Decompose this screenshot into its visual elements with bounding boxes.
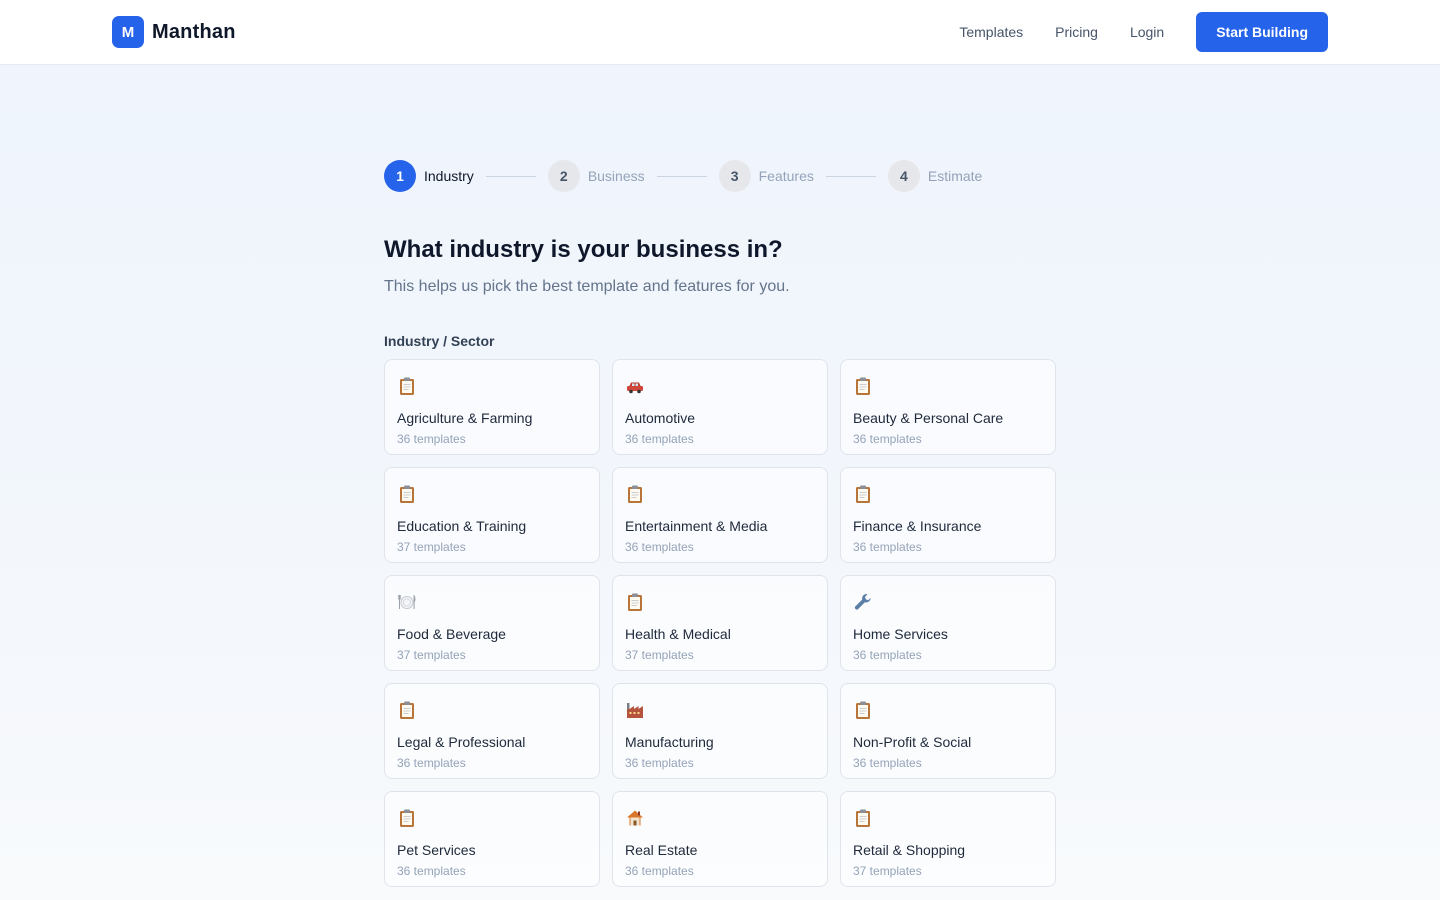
nav-link-pricing[interactable]: Pricing [1055, 12, 1098, 52]
industry-name: Retail & Shopping [853, 842, 966, 858]
industry-name: Finance & Insurance [853, 518, 982, 534]
industry-card-agriculture-farming[interactable]: Agriculture & Farming 36 templates [384, 359, 600, 455]
industry-name: Health & Medical [625, 626, 731, 642]
industry-name: Food & Beverage [397, 626, 506, 642]
step-label: Features [758, 168, 814, 184]
industry-card-finance-insurance[interactable]: Finance & Insurance 36 templates [840, 467, 1056, 563]
industry-card-non-profit-social[interactable]: Non-Profit & Social 36 templates [840, 683, 1056, 779]
clipboard-icon [397, 376, 417, 396]
step-estimate[interactable]: 4 Estimate [887, 160, 983, 192]
car-icon [625, 376, 645, 396]
step-label: Industry [424, 168, 474, 184]
industry-card-entertainment-media[interactable]: Entertainment & Media 36 templates [612, 467, 828, 563]
industry-card-food-beverage[interactable]: Food & Beverage 37 templates [384, 575, 600, 671]
industry-card-home-services[interactable]: Home Services 36 templates [840, 575, 1056, 671]
industry-card-legal-professional[interactable]: Legal & Professional 36 templates [384, 683, 600, 779]
template-count: 36 templates [625, 756, 694, 770]
clipboard-icon [397, 808, 417, 828]
industry-card-manufacturing[interactable]: Manufacturing 36 templates [612, 683, 828, 779]
main-nav: Templates Pricing Login Start Building [959, 12, 1328, 52]
template-count: 37 templates [397, 648, 466, 662]
step-number: 1 [384, 160, 416, 192]
nav-link-login[interactable]: Login [1130, 12, 1164, 52]
clipboard-icon [397, 484, 417, 504]
clipboard-icon [853, 484, 873, 504]
template-count: 36 templates [397, 756, 466, 770]
industry-card-education-training[interactable]: Education & Training 37 templates [384, 467, 600, 563]
page-title: What industry is your business in? [384, 236, 783, 263]
step-number: 2 [547, 160, 580, 192]
nav-link-templates[interactable]: Templates [959, 12, 1023, 52]
clipboard-icon [853, 376, 873, 396]
brand-name: Manthan [152, 20, 236, 43]
step-connector [656, 175, 707, 177]
industry-card-pet-services[interactable]: Pet Services 36 templates [384, 791, 600, 887]
step-label: Estimate [927, 168, 983, 184]
template-count: 36 templates [853, 756, 922, 770]
template-count: 37 templates [397, 540, 466, 554]
step-number: 4 [887, 160, 920, 192]
template-count: 36 templates [853, 540, 922, 554]
industry-name: Non-Profit & Social [853, 734, 972, 750]
industry-card-health-medical[interactable]: Health & Medical 37 templates [612, 575, 828, 671]
industry-field-label: Industry / Sector [384, 333, 495, 349]
industry-name: Beauty & Personal Care [853, 410, 1004, 426]
top-navbar: M Manthan Templates Pricing Login Start … [0, 0, 1440, 65]
template-count: 36 templates [397, 432, 466, 446]
step-number: 3 [718, 160, 751, 192]
step-business[interactable]: 2 Business [547, 160, 645, 192]
industry-card-real-estate[interactable]: Real Estate 36 templates [612, 791, 828, 887]
step-connector [485, 175, 536, 177]
template-count: 37 templates [625, 648, 694, 662]
industry-name: Manufacturing [625, 734, 714, 750]
industry-name: Education & Training [397, 518, 527, 534]
clipboard-icon [397, 700, 417, 720]
plate-icon [397, 592, 417, 612]
house-icon [625, 808, 645, 828]
clipboard-icon [625, 592, 645, 612]
step-label: Business [587, 168, 645, 184]
factory-icon [625, 700, 645, 720]
industry-name: Agriculture & Farming [397, 410, 533, 426]
brand-logo: M [112, 16, 144, 48]
industry-card-retail-shopping[interactable]: Retail & Shopping 37 templates [840, 791, 1056, 887]
template-count: 36 templates [625, 864, 694, 878]
industry-card-automotive[interactable]: Automotive 36 templates [612, 359, 828, 455]
template-count: 37 templates [853, 864, 922, 878]
industry-name: Legal & Professional [397, 734, 526, 750]
page-subtitle: This helps us pick the best template and… [384, 278, 790, 295]
template-count: 36 templates [397, 864, 466, 878]
wizard-main: 1 Industry 2 Business 3 Features 4 Estim… [384, 160, 1056, 887]
industry-name: Entertainment & Media [625, 518, 768, 534]
template-count: 36 templates [625, 432, 694, 446]
wrench-icon [853, 592, 873, 612]
industry-card-beauty-personal-care[interactable]: Beauty & Personal Care 36 templates [840, 359, 1056, 455]
template-count: 36 templates [625, 540, 694, 554]
brand[interactable]: M Manthan [112, 16, 236, 48]
step-connector [825, 175, 876, 177]
industry-name: Home Services [853, 626, 948, 642]
industry-name: Automotive [625, 410, 696, 426]
template-count: 36 templates [853, 648, 922, 662]
start-building-button[interactable]: Start Building [1196, 12, 1328, 52]
template-count: 36 templates [853, 432, 922, 446]
clipboard-icon [625, 484, 645, 504]
industry-grid: Agriculture & Farming 36 templates Automot… [384, 359, 1056, 887]
industry-name: Pet Services [397, 842, 476, 858]
clipboard-icon [853, 808, 873, 828]
step-industry[interactable]: 1 Industry [384, 160, 474, 192]
industry-name: Real Estate [625, 842, 698, 858]
step-features[interactable]: 3 Features [718, 160, 814, 192]
clipboard-icon [853, 700, 873, 720]
progress-stepper: 1 Industry 2 Business 3 Features 4 Estim… [384, 160, 1056, 192]
